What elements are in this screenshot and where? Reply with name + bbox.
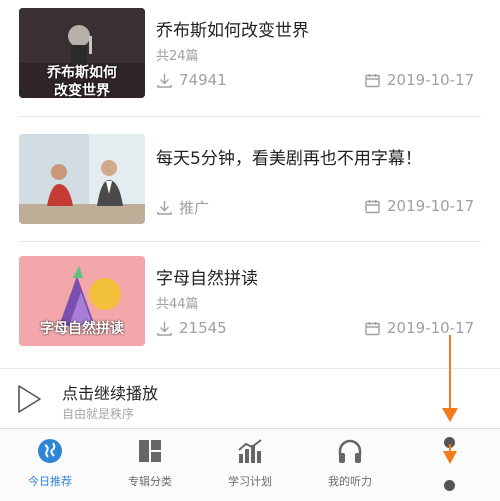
album-title: 乔布斯如何改变世界 [156,21,309,41]
player-title[interactable]: 点击继续播放 [62,380,158,404]
more-menu-dot-icon[interactable] [444,480,455,491]
cover-text-line-1: 乔布斯如何 [47,65,117,81]
tab-album-category[interactable]: 专辑分类 [100,429,200,501]
play-count: 21545 [156,319,227,337]
player-subtitle: 自由就是秩序 [62,407,135,421]
divider [19,116,481,117]
annotation-arrow-line [449,335,451,415]
bottom-tab-bar: 今日推荐 专辑分类 学习计划 我的听力 [0,428,500,501]
list-item[interactable]: 每天5分钟，看美剧再也不用字幕！ 推广 2019-10-17 [0,126,500,236]
publish-date-value: 2019-10-17 [387,71,475,89]
publish-date-value: 2019-10-17 [387,197,475,215]
play-icon[interactable] [14,383,44,415]
annotation-arrowhead [442,408,458,422]
download-icon [157,321,172,336]
divider [19,241,481,242]
publish-date: 2019-10-17 [364,197,474,215]
promo-label: 推广 [179,199,210,217]
tab-label: 我的听力 [328,475,372,488]
cover-text-line-2: 改变世界 [54,83,110,98]
calendar-icon [365,321,380,335]
mini-player[interactable]: 点击继续播放 自由就是秩序 [0,368,500,429]
list-item[interactable]: 字母自然拼读 字母自然拼读 共44篇 21545 2019-10-17 [0,248,500,358]
album-cover: 字母自然拼读 [19,256,145,346]
promo-tag: 推广 [156,197,209,218]
tab-study-plan[interactable]: 学习计划 [200,429,300,501]
list-item[interactable]: 乔布斯如何 改变世界 乔布斯如何改变世界 共24篇 74941 2019-10-… [0,0,500,110]
tab-label: 学习计划 [228,475,272,488]
album-title: 每天5分钟，看美剧再也不用字幕！ [156,149,422,169]
calendar-icon [365,199,380,213]
tab-label: 今日推荐 [28,475,72,488]
album-title: 字母自然拼读 [156,269,258,289]
download-icon [157,201,172,215]
episode-count: 共24篇 [156,49,199,64]
cover-illustration [19,134,145,224]
play-count-value: 74941 [179,71,227,89]
tab-today-recommend[interactable]: 今日推荐 [0,429,100,501]
publish-date: 2019-10-17 [364,71,474,89]
tab-my-listening[interactable]: 我的听力 [300,429,400,501]
publish-date: 2019-10-17 [364,319,474,337]
annotation-arrowhead [443,451,457,464]
globe-icon [38,439,62,463]
album-cover: 乔布斯如何 改变世界 [19,8,145,98]
cover-text-line-1: 字母自然拼读 [40,321,124,337]
publish-date-value: 2019-10-17 [387,319,475,337]
tab-label: 专辑分类 [128,475,172,488]
episode-count: 共44篇 [156,297,199,312]
headphones-icon [338,439,362,463]
album-cover [19,134,145,224]
grid-icon [139,440,161,462]
play-count-value: 21545 [179,319,227,337]
download-icon [157,73,172,88]
chart-icon [238,439,262,463]
play-count: 74941 [156,71,227,89]
calendar-icon [365,73,380,87]
